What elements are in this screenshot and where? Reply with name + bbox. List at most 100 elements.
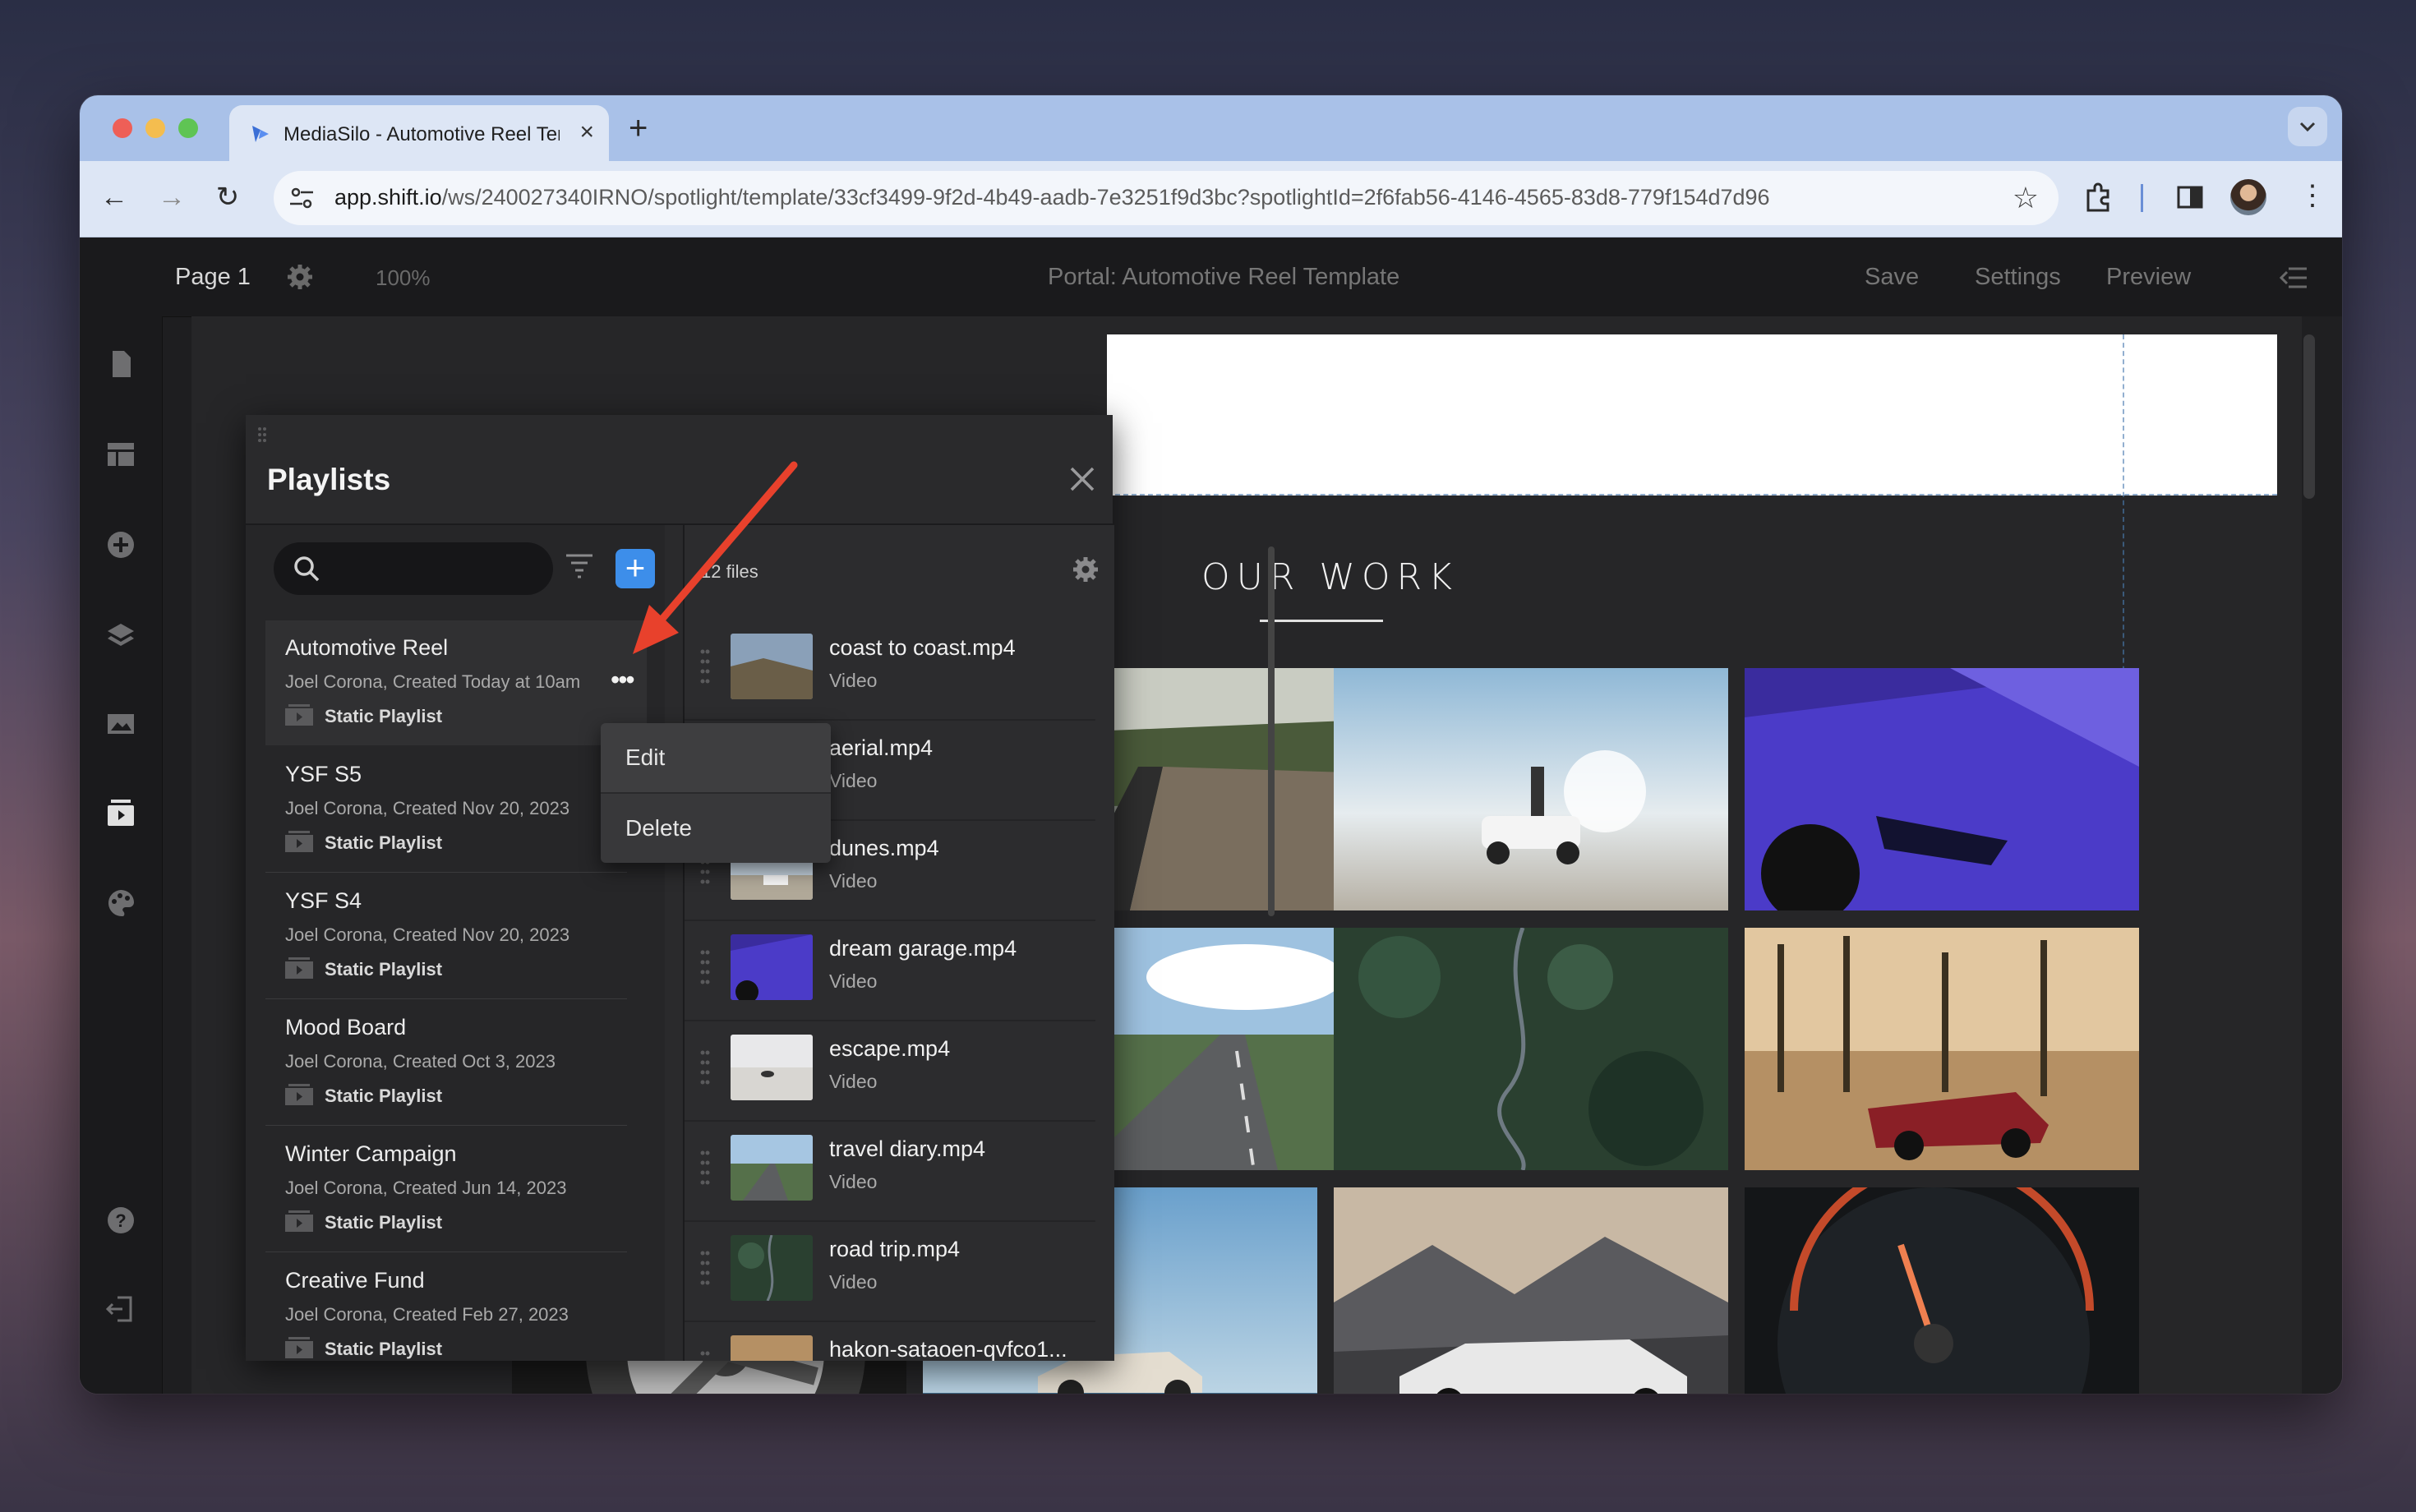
file-row[interactable]: travel diary.mp4 Video: [685, 1120, 1095, 1222]
forward-button[interactable]: →: [154, 179, 190, 215]
playlist-item[interactable]: YSF S5 Joel Corona, Created Nov 20, 2023…: [265, 747, 647, 872]
playlist-type: Static Playlist: [325, 959, 443, 980]
playlists-panel: Playlists + Automotive Reel Joel Corona,…: [246, 415, 1275, 1361]
profile-avatar[interactable]: [2230, 179, 2266, 215]
playlist-item[interactable]: Winter Campaign Joel Corona, Created Jun…: [265, 1127, 647, 1252]
playlist-name: YSF S4: [285, 888, 362, 913]
file-row[interactable]: escape.mp4 Video: [685, 1020, 1095, 1122]
playlist-type-icon: [285, 1084, 313, 1105]
svg-text:?: ?: [115, 1210, 126, 1231]
maximize-window-button[interactable]: [178, 118, 198, 138]
add-element-icon[interactable]: [104, 528, 137, 561]
preview-button[interactable]: Preview: [2106, 264, 2191, 291]
theme-palette-icon[interactable]: [104, 887, 137, 920]
file-row[interactable]: road trip.mp4 Video: [685, 1220, 1095, 1322]
playlist-type: Static Playlist: [325, 1212, 443, 1233]
close-icon[interactable]: [1067, 464, 1097, 494]
video-tile[interactable]: [1745, 1187, 2139, 1394]
drag-handle-icon[interactable]: [257, 426, 267, 443]
playlist-type: Static Playlist: [325, 706, 443, 726]
file-thumbnail: [731, 1235, 813, 1301]
video-tile[interactable]: [1745, 668, 2139, 910]
playlist-list: + Automotive Reel Joel Corona, Created T…: [246, 525, 665, 1361]
drag-handle-icon[interactable]: [699, 1348, 711, 1361]
back-button[interactable]: ←: [96, 179, 132, 215]
playlist-item[interactable]: YSF S4 Joel Corona, Created Nov 20, 2023…: [265, 874, 647, 998]
drag-handle-icon[interactable]: [699, 1148, 711, 1191]
address-bar[interactable]: app.shift.io/ws/240027340IRNO/spotlight/…: [274, 171, 2059, 225]
divider: [265, 998, 627, 999]
collapse-panel-icon[interactable]: [2279, 264, 2308, 292]
images-icon[interactable]: [104, 708, 137, 740]
file-name: road trip.mp4: [829, 1237, 961, 1261]
settings-button[interactable]: Settings: [1975, 264, 2061, 291]
mediasilo-logo-icon: [252, 126, 269, 142]
reload-button[interactable]: ↻: [210, 179, 246, 215]
gear-icon[interactable]: [1071, 555, 1100, 584]
divider: [265, 1125, 627, 1126]
url-text: app.shift.io/ws/240027340IRNO/spotlight/…: [334, 185, 1770, 210]
site-settings-icon[interactable]: [288, 186, 315, 210]
exit-icon[interactable]: [104, 1293, 137, 1325]
new-tab-button[interactable]: +: [629, 110, 648, 146]
file-list-scrollbar[interactable]: [1268, 546, 1275, 916]
playlist-meta: Joel Corona, Created Nov 20, 2023: [285, 798, 570, 818]
filter-icon[interactable]: [565, 552, 594, 579]
video-tile[interactable]: [1334, 928, 1728, 1170]
layout-icon[interactable]: [104, 438, 137, 471]
file-row[interactable]: dream garage.mp4 Video: [685, 920, 1095, 1021]
bookmark-star-icon[interactable]: ☆: [2013, 181, 2039, 215]
page-selector[interactable]: Page 1: [175, 264, 251, 291]
file-name: aerial.mp4: [829, 735, 934, 760]
more-options-icon[interactable]: •••: [611, 666, 635, 693]
extensions-icon[interactable]: [2082, 181, 2114, 214]
playlist-item[interactable]: Automotive Reel Joel Corona, Created Tod…: [265, 620, 647, 745]
layers-icon[interactable]: [104, 619, 137, 652]
pages-icon[interactable]: [104, 348, 137, 380]
file-row[interactable]: hakon-sataoen-qvfco1...: [685, 1321, 1095, 1361]
file-name: escape.mp4: [829, 1036, 951, 1061]
playlist-item[interactable]: Creative Fund Joel Corona, Created Feb 2…: [265, 1253, 647, 1361]
side-panel-icon[interactable]: [2174, 181, 2206, 214]
add-playlist-button[interactable]: +: [616, 549, 655, 588]
close-window-button[interactable]: [113, 118, 132, 138]
zoom-level[interactable]: 100%: [376, 265, 431, 291]
search-input[interactable]: [274, 542, 553, 595]
drag-handle-icon[interactable]: [699, 647, 711, 689]
playlist-name: YSF S5: [285, 762, 362, 786]
file-name: dream garage.mp4: [829, 936, 1017, 961]
file-row[interactable]: coast to coast.mp4 Video: [685, 619, 1095, 721]
video-tile[interactable]: [1334, 668, 1728, 910]
video-tile[interactable]: [1745, 928, 2139, 1170]
drag-handle-icon[interactable]: [699, 947, 711, 990]
delete-label: Delete: [625, 815, 692, 841]
drag-handle-icon[interactable]: [699, 1248, 711, 1291]
save-button[interactable]: Save: [1865, 264, 1919, 291]
playlist-item[interactable]: Mood Board Joel Corona, Created Oct 3, 2…: [265, 1000, 647, 1125]
edit-menu-item[interactable]: Edit: [601, 723, 831, 792]
canvas-scrollbar[interactable]: [2303, 334, 2315, 499]
tab-search-button[interactable]: [2288, 107, 2327, 146]
playlist-type-icon: [285, 1210, 313, 1232]
browser-menu-icon[interactable]: ⋮: [2298, 179, 2326, 215]
drag-handle-icon[interactable]: [699, 1048, 711, 1090]
playlist-context-menu: Edit Delete: [601, 723, 831, 863]
toolbar-divider: [2141, 184, 2143, 212]
playlist-type: Static Playlist: [325, 832, 443, 853]
guide-line-horizontal: [1107, 494, 2277, 496]
tab-close-icon[interactable]: ×: [579, 118, 594, 146]
left-toolbar: ?: [80, 316, 163, 1394]
delete-menu-item[interactable]: Delete: [601, 794, 831, 863]
minimize-window-button[interactable]: [145, 118, 165, 138]
search-icon: [294, 556, 320, 582]
header-block[interactable]: [1107, 334, 2277, 496]
title-underline: [1260, 620, 1383, 622]
file-thumbnail: [731, 1135, 813, 1201]
browser-tab[interactable]: MediaSilo - Automotive Reel Template ×: [229, 105, 609, 161]
playlists-icon[interactable]: [104, 796, 137, 829]
page-settings-gear-icon[interactable]: [285, 262, 315, 292]
help-icon[interactable]: ?: [104, 1204, 137, 1237]
playlist-name: Mood Board: [285, 1015, 407, 1040]
playlist-meta: Joel Corona, Created Today at 10am: [285, 671, 581, 692]
video-tile[interactable]: [1334, 1187, 1728, 1394]
